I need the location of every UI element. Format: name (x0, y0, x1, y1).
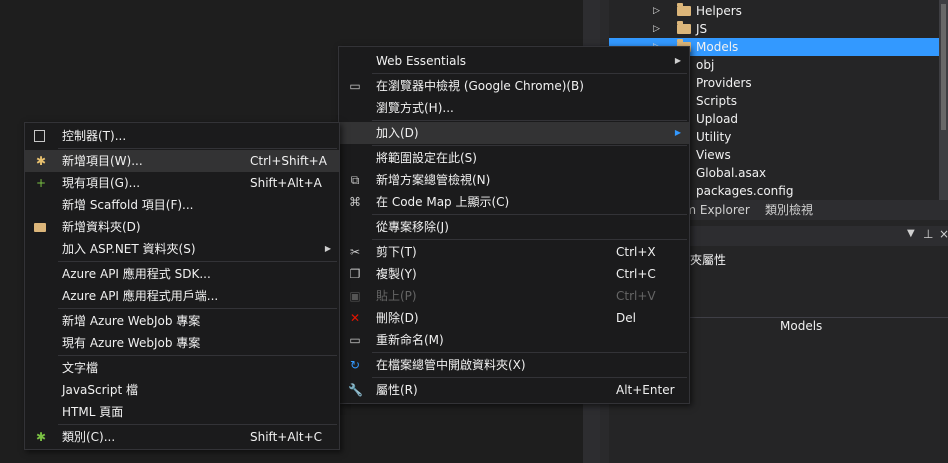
menu-item-existing-item[interactable]: + 現有項目(G)... Shift+Alt+A (25, 172, 339, 194)
folder-icon (677, 21, 691, 34)
refresh-icon: ↻ (349, 358, 361, 372)
menu-separator (58, 148, 337, 149)
menu-separator (58, 308, 337, 309)
menu-item-paste[interactable]: ▣ 貼上(P) Ctrl+V (339, 285, 689, 307)
menu-item-scope-to-this[interactable]: 將範圍設定在此(S) (339, 147, 689, 169)
existing-item-icon: + (35, 176, 47, 190)
menu-item-azure-api-sdk[interactable]: Azure API 應用程式 SDK... (25, 263, 339, 285)
controller-icon (34, 130, 45, 142)
menu-item-show-on-code-map[interactable]: ⌘ 在 Code Map 上顯示(C) (339, 191, 689, 213)
new-folder-icon (34, 223, 46, 232)
menu-item-add[interactable]: 加入(D) ▶ (339, 122, 689, 144)
menu-separator (372, 214, 687, 215)
submenu-arrow-icon: ▶ (674, 56, 681, 65)
menu-item-cut[interactable]: ✂ 剪下(T) Ctrl+X (339, 241, 689, 263)
menu-item-delete[interactable]: ✕ 刪除(D) Del (339, 307, 689, 329)
scrollbar-thumb[interactable] (941, 4, 946, 130)
menu-item-existing-azure-webjob[interactable]: 現有 Azure WebJob 專案 (25, 332, 339, 354)
menu-item-web-essentials[interactable]: Web Essentials ▶ (339, 50, 689, 72)
menu-item-new-item[interactable]: ✱ 新增項目(W)... Ctrl+Shift+A (25, 150, 339, 172)
add-submenu: 控制器(T)... ✱ 新增項目(W)... Ctrl+Shift+A + 現有… (24, 122, 340, 450)
code-map-icon: ⌘ (349, 195, 361, 209)
submenu-arrow-icon: ▶ (324, 244, 331, 253)
properties-title: 夾屬性 (690, 253, 727, 267)
new-item-icon: ✱ (35, 154, 47, 168)
tab-class-view[interactable]: 類別檢視 (765, 201, 813, 219)
menu-separator (372, 73, 687, 74)
tree-item-js[interactable]: ▷ JS (609, 20, 939, 38)
expand-arrow-icon[interactable]: ▷ (653, 2, 660, 20)
dropdown-icon[interactable]: ▼ (907, 228, 915, 239)
menu-item-controller[interactable]: 控制器(T)... (25, 125, 339, 147)
menu-item-class[interactable]: ✱ 類別(C)... Shift+Alt+C (25, 426, 339, 448)
pin-icon[interactable]: ⊥ (923, 227, 933, 241)
menu-separator (58, 424, 337, 425)
browser-icon: ▭ (349, 79, 361, 93)
paste-icon: ▣ (349, 289, 361, 303)
wrench-icon: 🔧 (348, 383, 363, 397)
menu-item-new-solution-view[interactable]: ⧉ 新增方案總管檢視(N) (339, 169, 689, 191)
folder-icon (677, 3, 691, 16)
copy-icon: ❐ (349, 267, 361, 281)
menu-item-exclude-from-project[interactable]: 從專案移除(J) (339, 216, 689, 238)
expand-arrow-icon[interactable]: ▷ (653, 20, 660, 38)
menu-item-add-aspnet-folder[interactable]: 加入 ASP.NET 資料夾(S) ▶ (25, 238, 339, 260)
tree-item-helpers[interactable]: ▷ Helpers (609, 2, 939, 20)
menu-item-new-azure-webjob[interactable]: 新增 Azure WebJob 專案 (25, 310, 339, 332)
menu-item-rename[interactable]: ▭ 重新命名(M) (339, 329, 689, 351)
menu-separator (58, 355, 337, 356)
menu-item-html-page[interactable]: HTML 頁面 (25, 401, 339, 423)
menu-separator (372, 377, 687, 378)
menu-item-copy[interactable]: ❐ 複製(Y) Ctrl+C (339, 263, 689, 285)
menu-item-javascript-file[interactable]: JavaScript 檔 (25, 379, 339, 401)
class-icon: ✱ (35, 430, 47, 444)
menu-separator (372, 352, 687, 353)
menu-item-new-folder[interactable]: 新增資料夾(D) (25, 216, 339, 238)
context-menu: Web Essentials ▶ ▭ 在瀏覽器中檢視 (Google Chrom… (338, 46, 690, 404)
menu-separator (372, 145, 687, 146)
menu-item-text-file[interactable]: 文字檔 (25, 357, 339, 379)
menu-separator (372, 239, 687, 240)
menu-item-azure-api-client[interactable]: Azure API 應用程式用戶端... (25, 285, 339, 307)
menu-item-properties[interactable]: 🔧 屬性(R) Alt+Enter (339, 379, 689, 401)
menu-item-open-in-file-explorer[interactable]: ↻ 在檔案總管中開啟資料夾(X) (339, 354, 689, 376)
rename-icon: ▭ (349, 333, 361, 347)
properties-value: Models (780, 319, 823, 333)
submenu-arrow-icon: ▶ (674, 128, 681, 137)
delete-icon: ✕ (349, 311, 361, 325)
menu-separator (372, 120, 687, 121)
scissors-icon: ✂ (349, 245, 361, 259)
menu-item-view-in-browser[interactable]: ▭ 在瀏覽器中檢視 (Google Chrome)(B) (339, 75, 689, 97)
tree-scrollbar[interactable] (939, 0, 948, 200)
menu-item-new-scaffold-item[interactable]: 新增 Scaffold 項目(F)... (25, 194, 339, 216)
close-icon[interactable]: × (939, 227, 948, 241)
menu-separator (58, 261, 337, 262)
menu-item-browse-with[interactable]: 瀏覽方式(H)... (339, 97, 689, 119)
new-view-icon: ⧉ (350, 173, 360, 187)
